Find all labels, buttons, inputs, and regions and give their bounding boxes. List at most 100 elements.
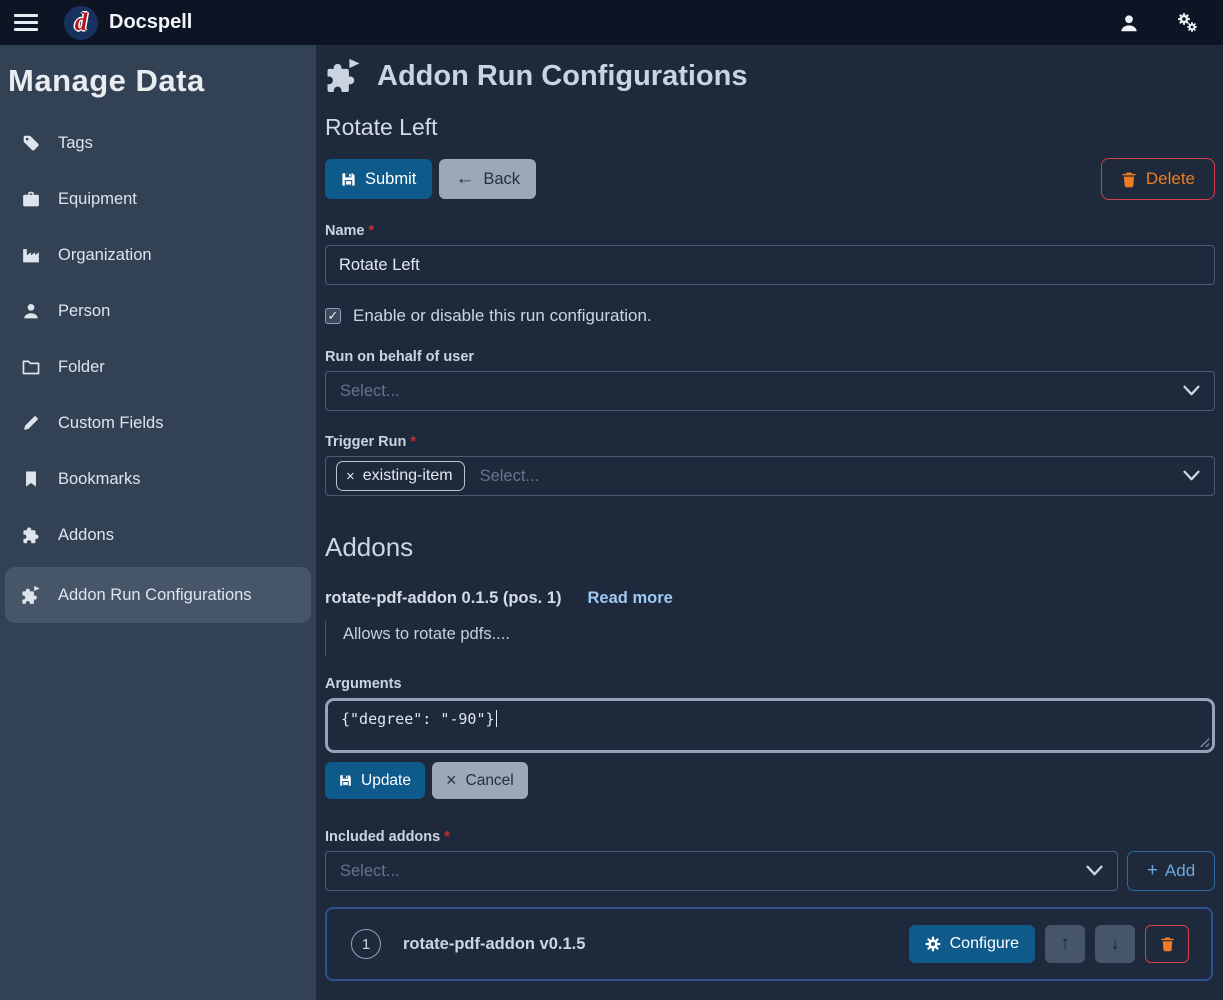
sidebar-item-label: Custom Fields [58,414,163,433]
submit-button[interactable]: Submit [325,159,432,199]
sidebar-item-label: Equipment [58,190,137,209]
docspell-logo-icon: d [64,6,98,40]
arguments-textarea[interactable]: {"degree": "-90"} [325,698,1215,753]
cancel-button[interactable]: × Cancel [432,762,528,799]
update-button[interactable]: Update [325,762,425,799]
sidebar-item-bookmarks[interactable]: Bookmarks [0,451,316,507]
addon-name: rotate-pdf-addon v0.1.5 [403,935,585,954]
sidebar-item-label: Addon Run Configurations [58,586,252,605]
bookmark-icon [21,470,41,488]
trash-icon [1121,171,1137,188]
chevron-down-icon [1183,470,1200,482]
sidebar-title: Manage Data [0,57,316,115]
config-name-heading: Rotate Left [325,114,1215,141]
enable-checkbox-row: ✓ Enable or disable this run configurati… [325,306,1215,326]
sidebar-item-label: Organization [58,246,152,265]
included-addons-label: Included addons* [325,829,1215,845]
included-addons-select[interactable]: Select... [325,851,1118,891]
remove-tag-icon[interactable]: × [346,468,355,485]
folder-icon [21,358,41,376]
selected-tag-chip[interactable]: × existing-item [336,461,465,491]
select-placeholder: Select... [340,862,400,881]
selected-tag-label: existing-item [363,467,453,485]
arguments-label: Arguments [325,676,1215,692]
back-button[interactable]: ← Back [439,159,536,199]
settings-cogs-icon[interactable] [1173,12,1199,34]
enable-checkbox[interactable]: ✓ [325,308,341,324]
sidebar-item-label: Person [58,302,110,321]
name-field-label: Name* [325,223,1215,239]
arguments-actions: Update × Cancel [325,762,1215,799]
run-on-behalf-select[interactable]: Select... [325,371,1215,411]
configure-button[interactable]: Configure [909,925,1035,963]
pen-icon [21,414,41,432]
sidebar-item-custom-fields[interactable]: Custom Fields [0,395,316,451]
sidebar-item-folder[interactable]: Folder [0,339,316,395]
gear-icon [925,936,941,952]
actions-row: Submit ← Back Delete [325,158,1215,200]
sidebar-item-equipment[interactable]: Equipment [0,171,316,227]
plus-icon: + [1147,860,1158,882]
sidebar-item-addons[interactable]: Addons [0,507,316,563]
puzzle-play-icon [21,585,41,606]
save-icon [339,774,352,787]
addon-position-badge: 1 [351,929,381,959]
save-icon [341,172,356,187]
addons-section-heading: Addons [325,532,1215,563]
puzzle-play-icon [325,58,362,95]
hamburger-menu-icon[interactable] [14,14,38,31]
addon-description: Allows to rotate pdfs.... [325,621,1215,656]
trigger-run-select[interactable]: × existing-item Select... [325,456,1215,496]
page-title-text: Addon Run Configurations [377,60,748,93]
sidebar-item-label: Folder [58,358,105,377]
required-asterisk: * [369,223,375,239]
check-icon: ✓ [328,308,339,323]
brand-name: Docspell [109,11,192,34]
tag-icon [21,134,41,152]
sidebar-item-label: Tags [58,134,93,153]
name-input[interactable] [325,245,1215,285]
required-asterisk: * [444,829,450,845]
main-content: Addon Run Configurations Rotate Left Sub… [316,45,1223,1000]
user-icon [21,302,41,320]
sidebar-item-label: Addons [58,526,114,545]
puzzle-icon [21,526,41,545]
sidebar-item-person[interactable]: Person [0,283,316,339]
chevron-down-icon [1183,385,1200,397]
add-addon-button[interactable]: + Add [1127,851,1215,891]
move-down-button[interactable]: ↓ [1095,925,1135,963]
close-icon: × [446,770,457,791]
page-title: Addon Run Configurations [325,58,1215,95]
addon-meta-row: rotate-pdf-addon 0.1.5 (pos. 1) Read mor… [325,589,1215,608]
read-more-link[interactable]: Read more [588,589,673,608]
select-placeholder: Select... [480,467,540,486]
trigger-run-label: Trigger Run* [325,434,1215,450]
arrow-down-icon: ↓ [1110,933,1120,955]
delete-button[interactable]: Delete [1101,158,1215,200]
resize-handle[interactable] [1198,736,1209,747]
included-addon-item: 1 rotate-pdf-addon v0.1.5 [325,907,1213,981]
industry-icon [21,246,41,264]
trash-icon [1160,936,1175,952]
chevron-down-icon [1086,865,1103,877]
sidebar-item-label: Bookmarks [58,470,141,489]
sidebar-item-addon-run-configurations[interactable]: Addon Run Configurations [5,567,311,623]
move-up-button[interactable]: ↑ [1045,925,1085,963]
arguments-value: {"degree": "-90"} [341,710,495,728]
briefcase-icon [21,190,41,208]
included-addons-row: Select... + Add [325,851,1215,891]
run-on-behalf-label: Run on behalf of user [325,349,1215,365]
remove-addon-button[interactable] [1145,925,1189,963]
sidebar-item-organization[interactable]: Organization [0,227,316,283]
top-navbar: d Docspell [0,0,1223,45]
sidebar: Manage Data Tags Equipment Organization … [0,45,316,1000]
arrow-up-icon: ↑ [1060,933,1070,955]
select-placeholder: Select... [340,382,400,401]
addon-title: rotate-pdf-addon 0.1.5 (pos. 1) [325,589,562,608]
enable-checkbox-label: Enable or disable this run configuration… [353,306,652,326]
user-account-icon[interactable] [1119,13,1139,33]
arrow-left-icon: ← [455,168,474,190]
required-asterisk: * [410,434,416,450]
sidebar-item-tags[interactable]: Tags [0,115,316,171]
brand[interactable]: d Docspell [64,6,192,40]
